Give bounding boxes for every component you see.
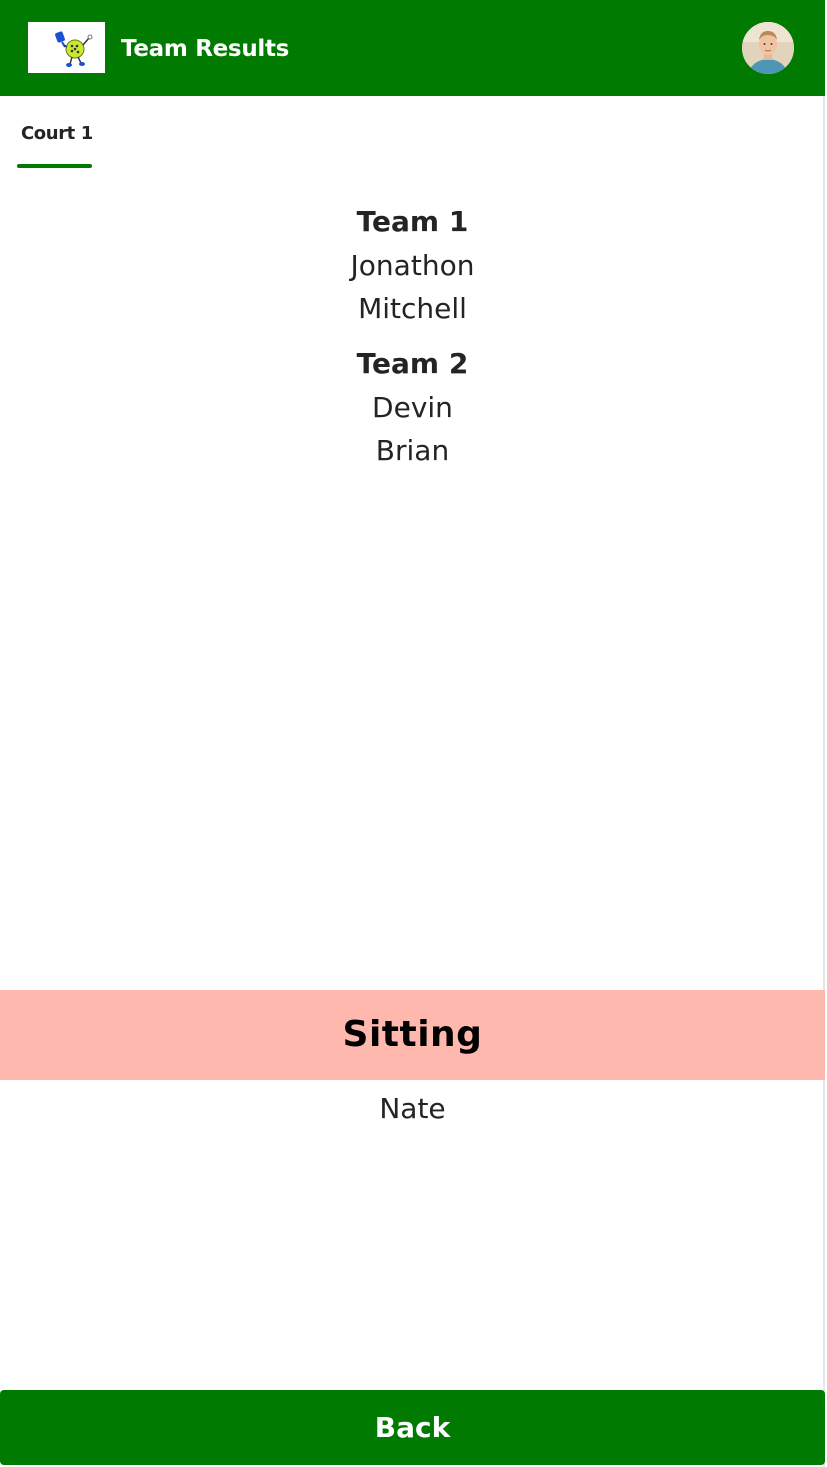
team-name: Team 1 — [356, 205, 469, 238]
team-card: Team 2 Devin Brian — [0, 342, 825, 472]
tab-selected-indicator — [17, 164, 92, 168]
player-name: Mitchell — [358, 292, 467, 325]
back-button-label: Back — [374, 1410, 451, 1444]
tab-court-1[interactable]: Court 1 — [17, 118, 93, 170]
sitting-player-name: Nate — [379, 1092, 446, 1125]
sitting-title: Sitting — [342, 1014, 483, 1055]
player-name: Jonathon — [350, 249, 475, 282]
sitting-banner: Sitting — [0, 990, 825, 1080]
team-card: Team 1 Jonathon Mitchell — [0, 200, 825, 330]
pickleball-player-logo-icon — [54, 30, 92, 67]
app-screen: Team Results Court 1 Team 1 Jonathon Mit… — [0, 0, 825, 1467]
user-avatar[interactable] — [742, 22, 794, 74]
app-header: Team Results — [0, 0, 825, 96]
page-title: Team Results — [121, 36, 290, 62]
app-logo — [28, 22, 105, 73]
teams-list: Team 1 Jonathon Mitchell Team 2 Devin Br… — [0, 200, 825, 484]
tab-label: Court 1 — [21, 123, 93, 144]
team-name: Team 2 — [356, 347, 469, 380]
back-button[interactable]: Back — [0, 1390, 825, 1465]
player-name: Devin — [372, 391, 453, 424]
user-avatar-icon — [742, 22, 794, 74]
player-name: Brian — [375, 434, 450, 467]
sitting-list: Nate — [0, 1087, 825, 1130]
